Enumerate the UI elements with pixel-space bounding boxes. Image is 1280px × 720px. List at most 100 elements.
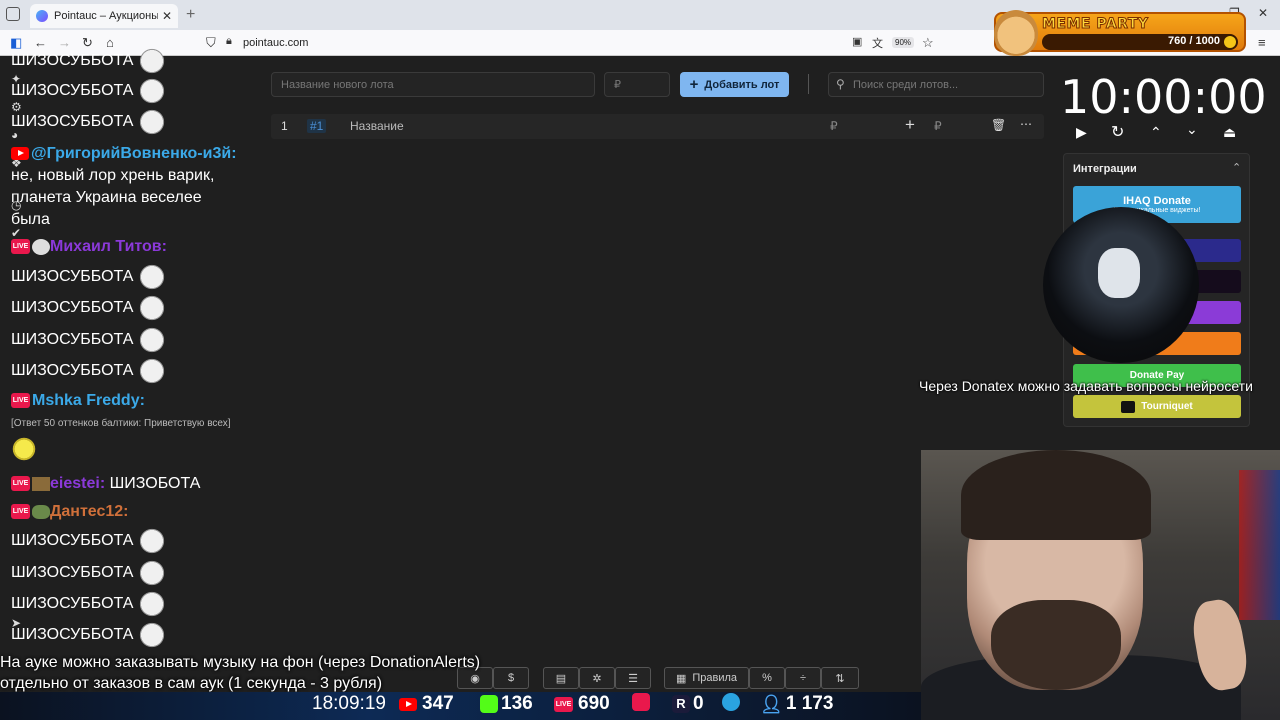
- vk-live-icon: LIVE: [11, 239, 30, 255]
- translate-icon[interactable]: 文: [872, 35, 883, 51]
- dollar-icon[interactable]: $: [493, 667, 529, 689]
- tourniquet-label: Tourniquet: [1141, 401, 1193, 412]
- chat-line: LIVE Михаил Титов:: [11, 238, 167, 256]
- trash-icon[interactable]: 🗑︎: [991, 118, 1006, 132]
- collapse-chevron-icon[interactable]: ⌃: [1232, 161, 1241, 174]
- vk-live-icon: LIVE: [11, 504, 30, 520]
- chat-text: ШИЗОСУББОТА: [11, 82, 134, 100]
- zoom-level[interactable]: 90%: [892, 37, 915, 48]
- lot-name[interactable]: Название: [350, 119, 404, 133]
- play-icon[interactable]: ▶: [1076, 124, 1087, 141]
- add-amount-currency[interactable]: ₽: [934, 119, 942, 133]
- chat-text: ШИЗОБОТА: [109, 475, 201, 492]
- chat-line: ШИЗОСУББОТА: [11, 591, 168, 617]
- add-lot-label: Добавить лот: [704, 78, 780, 91]
- chat-text: ШИЗОСУББОТА: [11, 595, 134, 613]
- chat-line: не, новый лор хрень варик,: [11, 167, 215, 184]
- tracking-shield-icon[interactable]: ⛉: [206, 35, 216, 51]
- close-window-icon[interactable]: ✕: [1258, 6, 1268, 20]
- chat-line: LIVE Mshka Freddy:: [11, 392, 145, 410]
- rules-button[interactable]: ▦ Правила: [664, 667, 749, 689]
- meme-progress-bar: 760 / 1000: [1042, 34, 1238, 50]
- chevron-down-icon[interactable]: ⌄: [1186, 121, 1198, 138]
- emote-icon: [137, 109, 168, 135]
- vk-live-icon: LIVE: [554, 696, 573, 712]
- search-icon: ⚲: [836, 77, 845, 91]
- divider: [808, 74, 809, 94]
- rutube-icon: R: [672, 695, 690, 713]
- chat-line: LIVE Дантес12:: [11, 503, 129, 521]
- close-tab-icon[interactable]: ✕: [162, 9, 172, 23]
- chat-text: ШИЗОСУББОТА: [11, 626, 134, 644]
- chat-text: ШИЗОСУББОТА: [11, 532, 134, 550]
- chat-reply: [Ответ 50 оттенков балтики: Приветствую …: [11, 418, 231, 429]
- sort-icon[interactable]: ⇅: [821, 667, 859, 689]
- bookmark-star-icon[interactable]: ☆: [922, 35, 934, 51]
- chat-text: ШИЗОСУББОТА: [11, 268, 134, 286]
- bug-icon[interactable]: ✲: [579, 667, 615, 689]
- user-avatar: [32, 504, 50, 519]
- emote-icon: [11, 436, 37, 462]
- list-icon: ▦: [675, 672, 687, 685]
- search-lots-input[interactable]: ⚲ Поиск среди лотов...: [828, 72, 1044, 97]
- chat-line: LIVE eiestei: ШИЗОБОТА: [11, 475, 200, 493]
- chat-text: ШИЗОСУББОТА: [11, 564, 134, 582]
- lot-amount-currency: ₽: [830, 119, 838, 133]
- chat-line: [11, 436, 37, 467]
- emote-icon: [137, 591, 168, 617]
- emote-icon: [137, 48, 168, 74]
- url-field[interactable]: pointauc.com: [243, 37, 308, 49]
- browser-tab[interactable]: Pointauc – Аукционы, лотереи ✕: [30, 4, 178, 28]
- lock-icon[interactable]: 🔒︎: [226, 35, 232, 48]
- doge-icon: [994, 10, 1038, 56]
- clear-list-icon[interactable]: ☰: [615, 667, 651, 689]
- chat-line: ШИЗОСУББОТА: [11, 109, 168, 135]
- reader-mode-icon[interactable]: ▣: [852, 35, 862, 48]
- lot-row[interactable]: 1 #1 Название ₽ + ₽ 🗑︎ ⋯: [271, 114, 1044, 139]
- vk-viewers: LIVE 690: [554, 693, 610, 715]
- more-options-icon[interactable]: ⋯: [1020, 117, 1032, 131]
- emote-icon: [137, 358, 168, 384]
- streamer-beard: [991, 600, 1121, 690]
- chevron-up-icon[interactable]: ⌃: [1150, 124, 1162, 141]
- lot-amount-input[interactable]: ₽: [604, 72, 670, 97]
- emote-icon: [137, 264, 168, 290]
- save-icon[interactable]: ▤: [543, 667, 579, 689]
- music-info-line-2: отдельно от заказов в сам аук (1 секунда…: [0, 675, 383, 692]
- chat-line: ШИЗОСУББОТА: [11, 78, 168, 104]
- chat-text: ШИЗОСУББОТА: [11, 331, 134, 349]
- ihaq-donate-label: IHAQ Donate: [1123, 195, 1191, 207]
- tab-list-icon[interactable]: [6, 7, 20, 21]
- vk-count: 690: [578, 693, 610, 714]
- new-tab-icon[interactable]: +: [186, 6, 195, 24]
- emote-icon: [137, 528, 168, 554]
- rutube-viewers: R0: [672, 693, 704, 715]
- kick-count: 136: [501, 693, 533, 714]
- add-amount-plus-icon[interactable]: +: [905, 115, 915, 135]
- chat-line: ШИЗОСУББОТА: [11, 327, 168, 353]
- donatex-overlay-text: Через Donatex можно задавать вопросы ней…: [919, 378, 1253, 394]
- menu-icon[interactable]: ≡: [1258, 35, 1266, 50]
- lot-index: 1: [281, 119, 288, 133]
- emote-icon: [137, 560, 168, 586]
- stream-clock: 18:09:19: [312, 693, 386, 714]
- chat-username: Mshka Freddy:: [32, 392, 145, 409]
- flag-decoration: [1239, 470, 1280, 620]
- user-avatar: [32, 238, 50, 255]
- webcam-feed: [921, 450, 1280, 720]
- chat-line: ШИЗОСУББОТА: [11, 560, 168, 586]
- percent-icon[interactable]: %: [749, 667, 785, 689]
- chat-text: ШИЗОСУББОТА: [11, 362, 134, 380]
- tourniquet-button[interactable]: Tourniquet: [1073, 395, 1241, 418]
- new-lot-input[interactable]: Название нового лота: [271, 72, 595, 97]
- rules-label: Правила: [692, 672, 738, 684]
- music-info-overlay: На ауке можно заказывать музыку на фон (…: [0, 652, 480, 694]
- kick-viewers: 136: [480, 693, 533, 715]
- play-logo-icon: [632, 693, 650, 711]
- add-lot-button[interactable]: + Добавить лот: [680, 72, 789, 97]
- double-chevron-up-icon[interactable]: ⏏: [1223, 124, 1236, 141]
- meme-progress-count: 760 / 1000: [1168, 35, 1220, 47]
- chat-line: @ГригорийВовненко-и3й:: [11, 145, 237, 163]
- reset-timer-icon[interactable]: ↻: [1111, 122, 1124, 142]
- split-icon[interactable]: ÷: [785, 667, 821, 689]
